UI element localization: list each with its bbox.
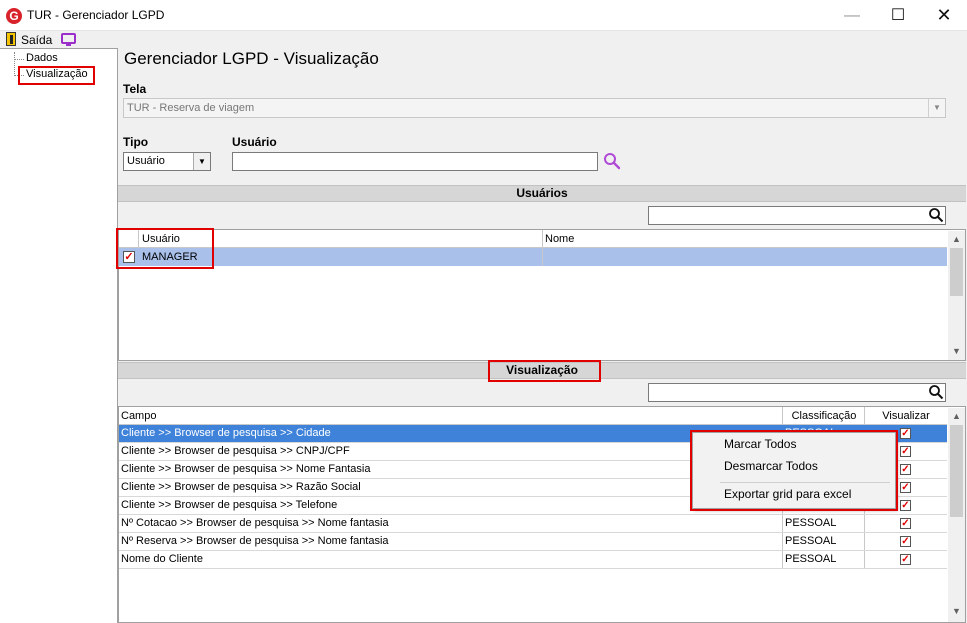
tipo-label: Tipo xyxy=(123,135,149,149)
visualizar-checkbox[interactable]: ✓ xyxy=(900,500,911,511)
menu-bar xyxy=(0,31,967,48)
screen-icon[interactable] xyxy=(61,33,76,46)
visualizar-checkbox[interactable]: ✓ xyxy=(900,536,911,547)
search-icon[interactable] xyxy=(603,152,621,170)
tree-connector xyxy=(14,52,15,76)
users-grid-header xyxy=(119,230,947,248)
chevron-down-icon[interactable]: ▼ xyxy=(193,153,210,170)
visualizar-checkbox[interactable]: ✓ xyxy=(900,554,911,565)
visualizar-checkbox[interactable]: ✓ xyxy=(900,464,911,475)
table-row[interactable]: Nº Reserva >> Browser de pesquisa >> Nom… xyxy=(119,533,947,551)
table-cell-classificacao: PESSOAL xyxy=(785,553,837,565)
table-row[interactable]: Nº Cotacao >> Browser de pesquisa >> Nom… xyxy=(119,515,947,533)
scrollbar-thumb[interactable] xyxy=(950,425,963,517)
view-column-classificacao[interactable]: Classificação xyxy=(784,407,864,425)
scroll-down-arrow-icon[interactable]: ▼ xyxy=(948,603,965,620)
exit-menu-item[interactable]: Saída xyxy=(21,33,52,47)
highlight-box xyxy=(488,360,601,382)
usuario-input[interactable] xyxy=(232,152,598,171)
tree-item-dados[interactable]: Dados xyxy=(26,52,58,64)
table-row[interactable]: Nome do Cliente PESSOAL ✓ xyxy=(119,551,947,569)
close-button[interactable]: ✕ xyxy=(921,0,967,31)
view-filter-input[interactable] xyxy=(648,383,946,402)
column-divider xyxy=(542,248,543,266)
table-cell-campo: Cliente >> Browser de pesquisa >> Cidade xyxy=(121,427,331,439)
app-logo-icon: G xyxy=(6,8,22,24)
table-cell-campo: Cliente >> Browser de pesquisa >> Razão … xyxy=(121,481,361,493)
table-cell-campo: Cliente >> Browser de pesquisa >> Telefo… xyxy=(121,499,338,511)
highlight-box xyxy=(18,66,95,85)
search-icon[interactable] xyxy=(928,384,944,400)
table-cell-campo: Cliente >> Browser de pesquisa >> CNPJ/C… xyxy=(121,445,350,457)
scroll-up-arrow-icon[interactable]: ▲ xyxy=(948,408,965,425)
visualizar-checkbox[interactable]: ✓ xyxy=(900,428,911,439)
table-cell-campo: Nome do Cliente xyxy=(121,553,203,565)
table-cell-classificacao: PESSOAL xyxy=(785,535,837,547)
users-column-nome[interactable]: Nome xyxy=(545,230,574,248)
tela-select[interactable]: TUR - Reserva de viagem xyxy=(123,98,946,118)
search-icon[interactable] xyxy=(928,207,944,223)
table-cell-campo: Cliente >> Browser de pesquisa >> Nome F… xyxy=(121,463,371,475)
users-filter-input[interactable] xyxy=(648,206,946,225)
highlight-box xyxy=(116,228,214,269)
scroll-down-arrow-icon[interactable]: ▼ xyxy=(948,343,965,360)
table-cell-classificacao: PESSOAL xyxy=(785,517,837,529)
exit-door-icon[interactable] xyxy=(6,32,16,46)
table-cell-campo: Nº Reserva >> Browser de pesquisa >> Nom… xyxy=(121,535,389,547)
window-title: TUR - Gerenciador LGPD xyxy=(27,8,165,22)
table-row[interactable] xyxy=(119,248,947,266)
chevron-down-icon[interactable]: ▼ xyxy=(928,99,945,117)
page-title: Gerenciador LGPD - Visualização xyxy=(124,49,379,68)
view-column-visualizar[interactable]: Visualizar xyxy=(866,407,946,425)
maximize-button[interactable]: ☐ xyxy=(875,0,921,31)
scroll-up-arrow-icon[interactable]: ▲ xyxy=(948,231,965,248)
tela-label: Tela xyxy=(123,82,147,96)
visualizar-checkbox[interactable]: ✓ xyxy=(900,518,911,529)
users-section-header: Usuários xyxy=(118,185,966,202)
visualizar-checkbox[interactable]: ✓ xyxy=(900,482,911,493)
scrollbar-thumb[interactable] xyxy=(950,248,963,296)
table-cell-campo: Nº Cotacao >> Browser de pesquisa >> Nom… xyxy=(121,517,389,529)
navigation-tree xyxy=(0,48,118,623)
highlight-box xyxy=(690,430,898,511)
tree-connector xyxy=(14,59,24,60)
view-column-campo[interactable]: Campo xyxy=(121,407,156,425)
visualizar-checkbox[interactable]: ✓ xyxy=(900,446,911,457)
minimize-button[interactable]: — xyxy=(829,0,875,31)
usuario-label: Usuário xyxy=(232,135,277,149)
